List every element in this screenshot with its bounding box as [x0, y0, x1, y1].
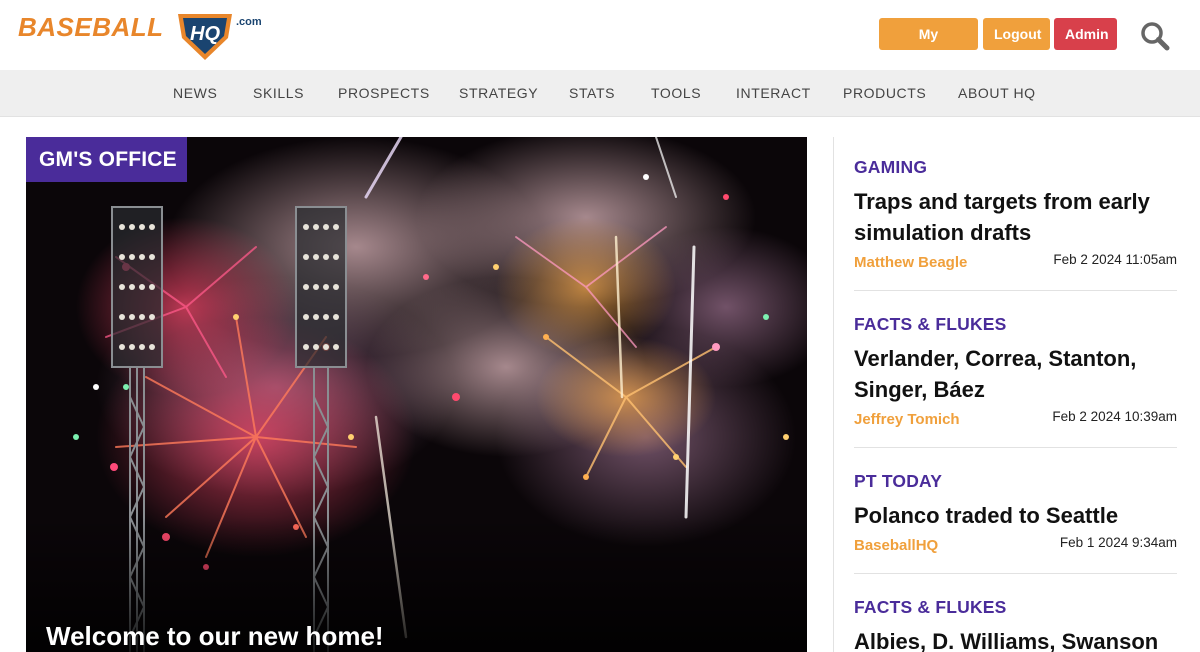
article-item: GAMING Traps and targets from early simu… — [854, 157, 1177, 291]
main-nav: NEWS SKILLS PROSPECTS STRATEGY STATS TOO… — [0, 70, 1200, 117]
nav-item-tools[interactable]: TOOLS — [651, 70, 701, 117]
hero-category-badge[interactable]: GM'S OFFICE — [26, 137, 187, 182]
logout-button[interactable]: Logout — [983, 18, 1050, 50]
article-author[interactable]: BaseballHQ — [854, 537, 938, 554]
article-title[interactable]: Albies, D. Williams, Swanson — [854, 626, 1177, 652]
article-category[interactable]: FACTS & FLUKES — [854, 314, 1177, 335]
article-item: PT TODAY Polanco traded to Seattle Baseb… — [854, 471, 1177, 574]
column-divider — [833, 137, 834, 652]
nav-item-skills[interactable]: SKILLS — [253, 70, 304, 117]
article-separator — [854, 573, 1177, 574]
article-item: FACTS & FLUKES Albies, D. Williams, Swan… — [854, 597, 1177, 652]
article-meta: Jeffrey Tomich Feb 2 2024 10:39am — [854, 409, 1177, 431]
nav-item-about-hq[interactable]: ABOUT HQ — [958, 70, 1036, 117]
my-account-button[interactable]: My Account — [879, 18, 978, 74]
article-category[interactable]: FACTS & FLUKES — [854, 597, 1177, 618]
nav-item-prospects[interactable]: PROSPECTS — [338, 70, 430, 117]
site-header: BASEBALL HQ .com My Account Logout Admin — [0, 0, 1200, 74]
article-author[interactable]: Jeffrey Tomich — [854, 411, 960, 428]
nav-item-strategy[interactable]: STRATEGY — [459, 70, 538, 117]
baseballhq-logo[interactable]: BASEBALL HQ .com — [18, 10, 273, 60]
nav-item-news[interactable]: NEWS — [173, 70, 217, 117]
article-title[interactable]: Traps and targets from early simulation … — [854, 186, 1177, 248]
article-category[interactable]: GAMING — [854, 157, 1177, 178]
article-list: GAMING Traps and targets from early simu… — [854, 157, 1177, 652]
hero-feature[interactable]: GM'S OFFICE Welcome to our new home! — [26, 137, 807, 652]
admin-button[interactable]: Admin — [1054, 18, 1117, 50]
article-author[interactable]: Matthew Beagle — [854, 254, 967, 271]
article-separator — [854, 290, 1177, 291]
article-meta: BaseballHQ Feb 1 2024 9:34am — [854, 535, 1177, 557]
hero-title[interactable]: Welcome to our new home! — [46, 621, 384, 652]
search-icon[interactable] — [1140, 21, 1170, 51]
hero-image-fireworks — [26, 137, 807, 652]
logo-suffix: .com — [236, 16, 262, 28]
article-separator — [854, 447, 1177, 448]
logo-shield-icon: HQ — [178, 14, 232, 60]
article-title[interactable]: Verlander, Correa, Stanton, Singer, Báez — [854, 343, 1177, 405]
nav-item-stats[interactable]: STATS — [569, 70, 615, 117]
nav-item-products[interactable]: PRODUCTS — [843, 70, 926, 117]
article-meta: Matthew Beagle Feb 2 2024 11:05am — [854, 252, 1177, 274]
article-date: Feb 1 2024 9:34am — [1059, 535, 1177, 550]
article-title[interactable]: Polanco traded to Seattle — [854, 500, 1177, 531]
nav-item-interact[interactable]: INTERACT — [736, 70, 811, 117]
article-date: Feb 2 2024 11:05am — [1053, 252, 1177, 267]
article-category[interactable]: PT TODAY — [854, 471, 1177, 492]
logo-hq-text: HQ — [190, 23, 220, 45]
article-date: Feb 2 2024 10:39am — [1052, 409, 1177, 424]
logo-wordmark: BASEBALL — [18, 12, 164, 42]
article-item: FACTS & FLUKES Verlander, Correa, Stanto… — [854, 314, 1177, 448]
